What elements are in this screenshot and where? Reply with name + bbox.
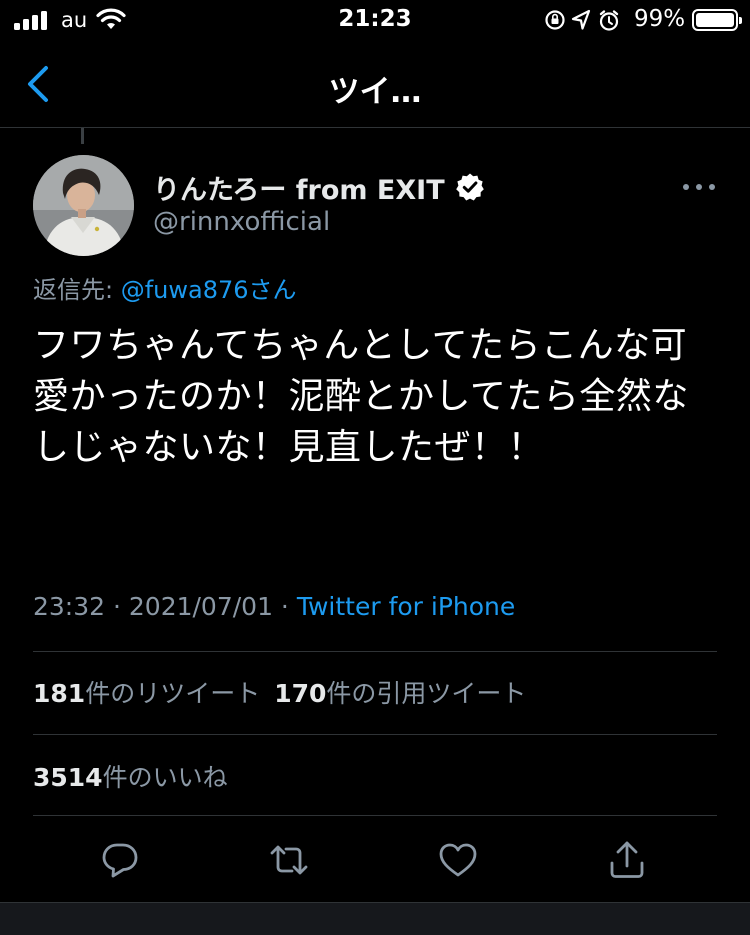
more-options-button[interactable] [676, 172, 722, 202]
verified-badge-icon [455, 173, 484, 201]
divider [33, 651, 717, 652]
like-button[interactable] [436, 838, 480, 882]
status-icons [545, 9, 619, 31]
battery-percentage: 99% [634, 6, 686, 32]
reply-button[interactable] [98, 838, 142, 882]
more-horizontal-icon [683, 184, 715, 190]
divider [33, 734, 717, 735]
tweet-timestamp: 23:32 · 2021/07/01 · [33, 592, 297, 621]
likes-count: 3514 [33, 763, 103, 792]
author-display-name[interactable]: りんたろー from EXIT [153, 168, 445, 207]
quote-tweets-count: 170 [274, 679, 327, 708]
engagement-stats-row: 181件のリツイート 170件の引用ツイート [33, 674, 526, 710]
avatar[interactable] [33, 155, 134, 256]
tweet-source-link[interactable]: Twitter for iPhone [297, 592, 515, 621]
quote-tweets-stat[interactable]: 170件の引用ツイート [274, 679, 526, 708]
retweet-button[interactable] [267, 838, 311, 882]
retweets-count: 181 [33, 679, 86, 708]
heart-icon [439, 843, 477, 877]
share-icon [610, 841, 644, 878]
likes-label: 件のいいね [102, 763, 228, 792]
alarm-icon [599, 10, 619, 31]
reply-composer-bar[interactable] [0, 902, 750, 935]
retweets-label: 件のリツイート [85, 679, 261, 708]
retweets-stat[interactable]: 181件のリツイート [33, 679, 260, 708]
share-button[interactable] [605, 838, 649, 882]
reply-to-label: 返信先: [33, 276, 121, 304]
battery-level [696, 13, 734, 27]
tweet-detail-screen: au 21:23 99% ツイ… りんたろー from EXIT @rinnxo… [0, 0, 750, 935]
rotation-lock-icon [545, 10, 565, 30]
tweet-meta: 23:32 · 2021/07/01 · Twitter for iPhone [33, 592, 515, 621]
battery-icon [692, 9, 742, 31]
reply-icon [102, 843, 138, 878]
tweet-text: フワちゃんてちゃんとしてたらこんな可愛かったのか！泥酔とかしてたら全然なしじゃな… [33, 325, 689, 468]
status-bar: au 21:23 99% [0, 0, 750, 40]
page-title: ツイ… [328, 74, 422, 110]
thread-connector-line [81, 128, 84, 144]
avatar-image [33, 155, 134, 256]
navigation-bar: ツイ… [0, 42, 750, 128]
retweet-icon [270, 845, 308, 875]
reply-to-mention-link[interactable]: @fuwa876さん [121, 276, 297, 304]
author-handle[interactable]: @rinnxofficial [153, 207, 330, 237]
tweet-action-bar [0, 830, 750, 890]
likes-stat[interactable]: 3514件のいいね [33, 758, 228, 794]
location-icon [571, 9, 591, 30]
author-name-row[interactable]: りんたろー from EXIT [153, 168, 485, 206]
quote-tweets-label: 件の引用ツイート [326, 679, 527, 708]
divider [33, 815, 717, 816]
reply-to-line: 返信先: @fuwa876さん [33, 270, 297, 305]
